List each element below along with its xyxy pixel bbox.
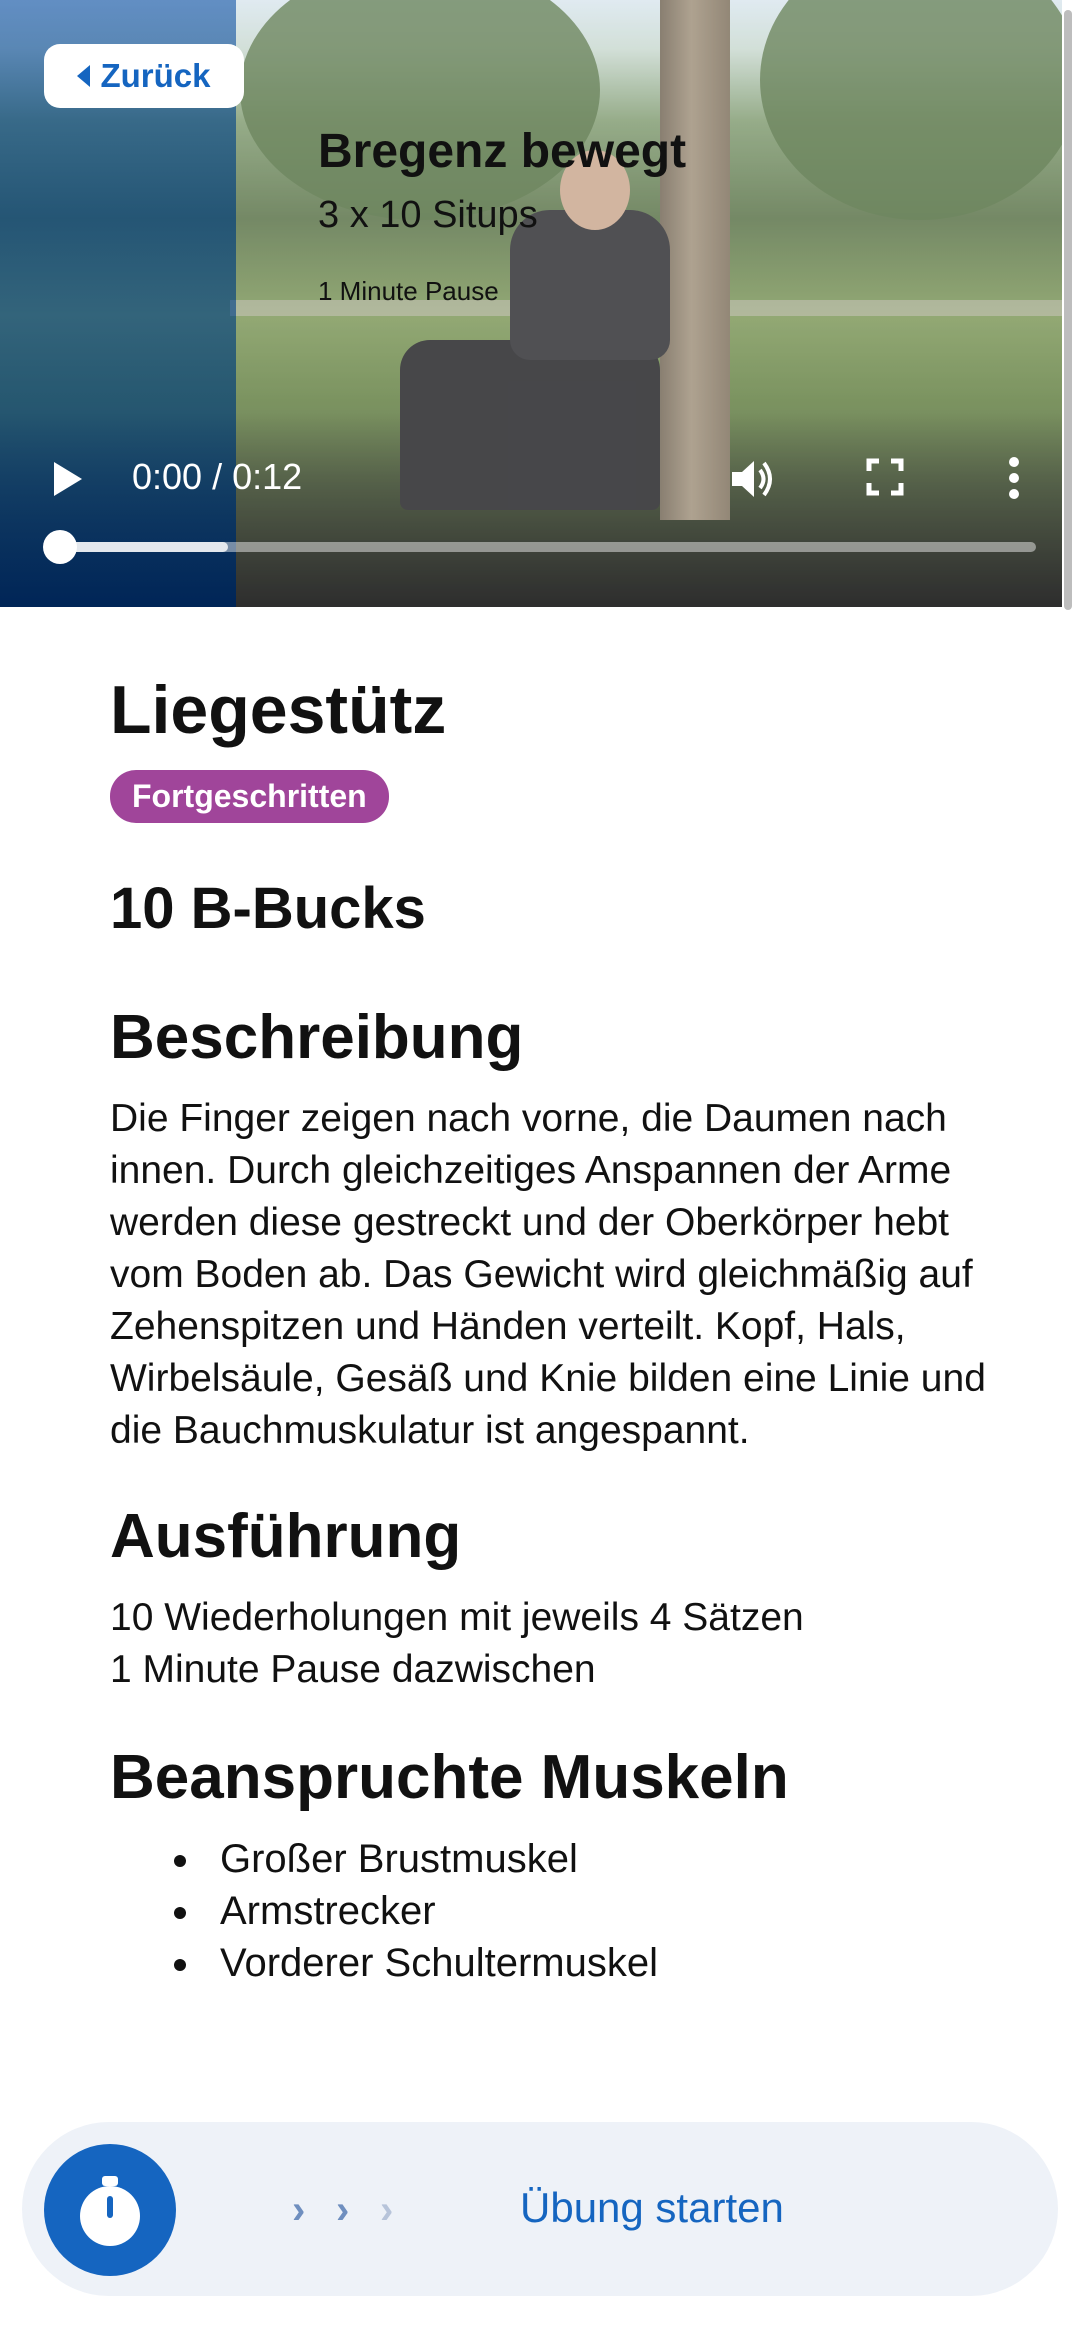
muscles-heading: Beanspruchte Muskeln: [110, 1743, 789, 1813]
back-arrow-icon: [77, 65, 91, 87]
level-badge: Fortgeschritten: [110, 769, 389, 823]
exercise-video[interactable]: Zurück Bregenz bewegt 3 x 10 Situps 1 Mi…: [0, 0, 1062, 607]
back-button-label: Zurück: [100, 57, 211, 94]
execution-heading: Ausführung: [110, 1501, 462, 1571]
volume-icon[interactable]: [728, 456, 776, 502]
video-overlay-pause: 1 Minute Pause: [318, 276, 499, 306]
execution-line: 10 Wiederholungen mit jeweils 4 Sätzen: [110, 1596, 804, 1640]
video-overlay-title: Bregenz bewegt: [318, 125, 687, 178]
exercise-title: Liegestütz: [110, 672, 447, 748]
chevron-right-icon: ›: [336, 2188, 350, 2232]
video-time: 0:00 / 0:12: [132, 456, 303, 497]
muscles-list: Großer Brustmuskel Armstrecker Vorderer …: [110, 1833, 1010, 1989]
start-exercise-label: Übung starten: [520, 2184, 784, 2231]
muscle-item: Armstrecker: [110, 1885, 1010, 1937]
chevron-right-icon: ›: [380, 2188, 394, 2232]
video-overlay-subtitle: 3 x 10 Situps: [318, 194, 538, 236]
execution-line: 1 Minute Pause dazwischen: [110, 1648, 596, 1692]
video-controls: 0:00 / 0:12: [0, 440, 1062, 580]
play-icon[interactable]: [54, 462, 82, 496]
scrollbar-thumb[interactable]: [1064, 10, 1072, 610]
back-button[interactable]: Zurück: [44, 44, 244, 108]
more-options-icon[interactable]: [1000, 454, 1028, 502]
muscle-item: Vorderer Schultermuskel: [110, 1937, 1010, 1989]
description-heading: Beschreibung: [110, 1002, 524, 1072]
reward-points: 10 B-Bucks: [110, 875, 426, 941]
scrubber-handle[interactable]: [43, 530, 77, 564]
exercise-details: Liegestütz Fortgeschritten 10 B-Bucks Be…: [110, 670, 1010, 1989]
description-text: Die Finger zeigen nach vorne, die Daumen…: [110, 1096, 986, 1452]
timer-button[interactable]: [44, 2144, 176, 2276]
muscle-item: Großer Brustmuskel: [110, 1833, 1010, 1885]
fullscreen-icon[interactable]: [866, 458, 904, 496]
stopwatch-icon: [80, 2176, 140, 2246]
chevron-right-icon: ›: [292, 2188, 306, 2232]
video-buffer: [60, 542, 228, 552]
